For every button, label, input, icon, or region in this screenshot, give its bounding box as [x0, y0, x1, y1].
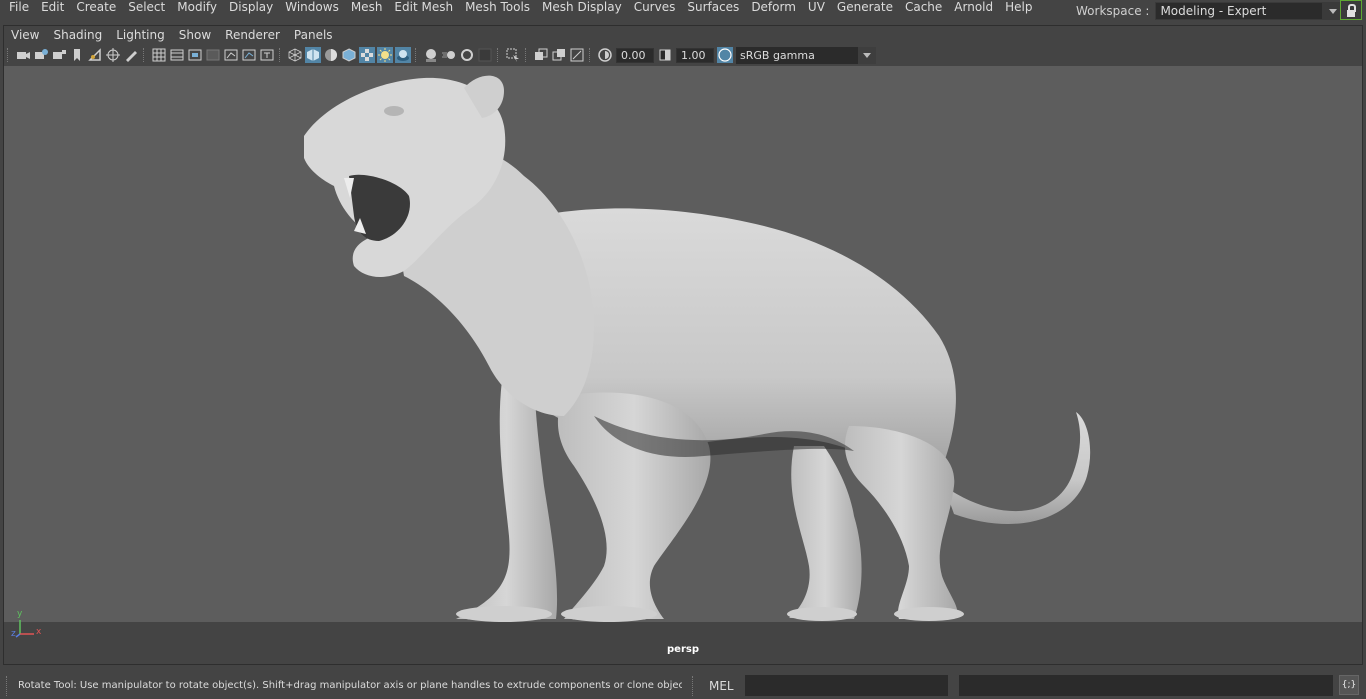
menu-file[interactable]: File: [3, 0, 35, 19]
safe-title-icon[interactable]: [259, 47, 275, 63]
panel-toolbar: 0.00 1.00 sRGB gamma: [4, 45, 1362, 65]
exposure-icon[interactable]: [597, 47, 613, 63]
menu-windows[interactable]: Windows: [279, 0, 345, 19]
tiger-sculpt-model: [304, 75, 1091, 622]
perspective-viewport[interactable]: y x z persp: [4, 66, 1362, 664]
panel-menu-renderer[interactable]: Renderer: [218, 27, 287, 44]
grid-icon[interactable]: [151, 47, 167, 63]
panel-menu-panels[interactable]: Panels: [287, 27, 340, 44]
two-d-pan-zoom-icon[interactable]: [105, 47, 121, 63]
workspace-lock-button[interactable]: [1340, 0, 1362, 20]
shadows-icon[interactable]: [395, 47, 411, 63]
menu-display[interactable]: Display: [223, 0, 279, 19]
menu-mesh-tools[interactable]: Mesh Tools: [459, 0, 536, 19]
gamma-icon[interactable]: [657, 47, 673, 63]
colorspace-value: sRGB gamma: [740, 48, 815, 62]
bookmark-icon[interactable]: [69, 47, 85, 63]
screen-space-ao-icon[interactable]: [423, 47, 439, 63]
panel-menu-lighting[interactable]: Lighting: [109, 27, 172, 44]
menu-select[interactable]: Select: [122, 0, 171, 19]
menu-curves[interactable]: Curves: [628, 0, 682, 19]
command-line-grip: [692, 676, 695, 696]
toolbar-separator: [279, 48, 282, 62]
toolbar-separator: [525, 48, 528, 62]
view-axis-indicator: y x z: [11, 609, 48, 640]
workspace-value: Modeling - Expert: [1160, 4, 1267, 18]
menu-edit-mesh[interactable]: Edit Mesh: [388, 0, 459, 19]
toolbar-separator: [415, 48, 418, 62]
menu-uv[interactable]: UV: [802, 0, 831, 19]
wireframe-on-shaded-icon[interactable]: [341, 47, 357, 63]
wireframe-icon[interactable]: [287, 47, 303, 63]
menu-help[interactable]: Help: [999, 0, 1038, 19]
axis-y-label: y: [17, 609, 23, 619]
toolbar-separator: [497, 48, 500, 62]
help-line-grip: [6, 676, 9, 696]
command-input-field[interactable]: [745, 675, 948, 696]
floor-strip: [4, 622, 1362, 664]
viewport-scene: [4, 75, 1362, 664]
menu-cache[interactable]: Cache: [899, 0, 948, 19]
textured-icon[interactable]: [359, 47, 375, 63]
help-line-text: Rotate Tool: Use manipulator to rotate o…: [18, 680, 682, 691]
camera-attributes-icon[interactable]: [33, 47, 49, 63]
color-management-icon[interactable]: [717, 47, 733, 63]
default-material-icon[interactable]: [323, 47, 339, 63]
depth-of-field-icon[interactable]: [477, 47, 493, 63]
camera-lock-icon[interactable]: [51, 47, 67, 63]
smooth-shade-icon[interactable]: [305, 47, 321, 63]
xray-joints-icon[interactable]: [569, 47, 585, 63]
menu-modify[interactable]: Modify: [171, 0, 223, 19]
command-result-field: [959, 675, 1333, 696]
lock-icon-body: [1347, 10, 1355, 17]
safe-action-icon[interactable]: [241, 47, 257, 63]
toolbar-separator: [143, 48, 146, 62]
menu-mesh-display[interactable]: Mesh Display: [536, 0, 628, 19]
menu-mesh[interactable]: Mesh: [345, 0, 389, 19]
toolbar-separator: [589, 48, 592, 62]
motion-blur-icon[interactable]: [441, 47, 457, 63]
isolate-select-icon[interactable]: [505, 47, 521, 63]
workspace-dropdown[interactable]: Modeling - Expert: [1155, 2, 1346, 20]
workspace-label: Workspace :: [1076, 4, 1150, 18]
script-editor-button[interactable]: {;}: [1339, 675, 1359, 695]
colorspace-dropdown[interactable]: sRGB gamma: [736, 46, 876, 64]
field-chart-icon[interactable]: [223, 47, 239, 63]
panel-menubar: View Shading Lighting Show Renderer Pane…: [4, 27, 340, 44]
grease-pencil-icon[interactable]: [123, 47, 139, 63]
chevron-down-icon[interactable]: [858, 46, 876, 64]
status-command-bar: Rotate Tool: Use manipulator to rotate o…: [0, 672, 1366, 699]
menu-generate[interactable]: Generate: [831, 0, 899, 19]
menu-surfaces[interactable]: Surfaces: [681, 0, 745, 19]
menu-create[interactable]: Create: [70, 0, 122, 19]
film-gate-icon[interactable]: [169, 47, 185, 63]
panel-menu-show[interactable]: Show: [172, 27, 218, 44]
image-plane-icon[interactable]: [87, 47, 103, 63]
panel-menu-shading[interactable]: Shading: [46, 27, 109, 44]
axis-x-label: x: [36, 627, 42, 637]
gamma-field[interactable]: 1.00: [676, 47, 714, 63]
camera-name-label: persp: [667, 644, 699, 655]
toolbar-grip: [7, 48, 10, 62]
menu-arnold[interactable]: Arnold: [948, 0, 999, 19]
select-camera-icon[interactable]: [15, 47, 31, 63]
panel-menu-view[interactable]: View: [4, 27, 46, 44]
menu-edit[interactable]: Edit: [35, 0, 70, 19]
menu-deform[interactable]: Deform: [745, 0, 802, 19]
use-all-lights-icon[interactable]: [377, 47, 393, 63]
xray-icon[interactable]: [533, 47, 549, 63]
main-menu-items: File Edit Create Select Modify Display W…: [0, 0, 1039, 19]
exposure-field[interactable]: 0.00: [616, 47, 654, 63]
gate-mask-icon[interactable]: [205, 47, 221, 63]
workspace-selector: Workspace : Modeling - Expert: [1076, 0, 1346, 22]
resolution-gate-icon[interactable]: [187, 47, 203, 63]
axis-z-label: z: [11, 629, 16, 639]
xray-active-components-icon[interactable]: [551, 47, 567, 63]
multisample-aa-icon[interactable]: [459, 47, 475, 63]
command-language-toggle[interactable]: MEL: [709, 678, 734, 694]
